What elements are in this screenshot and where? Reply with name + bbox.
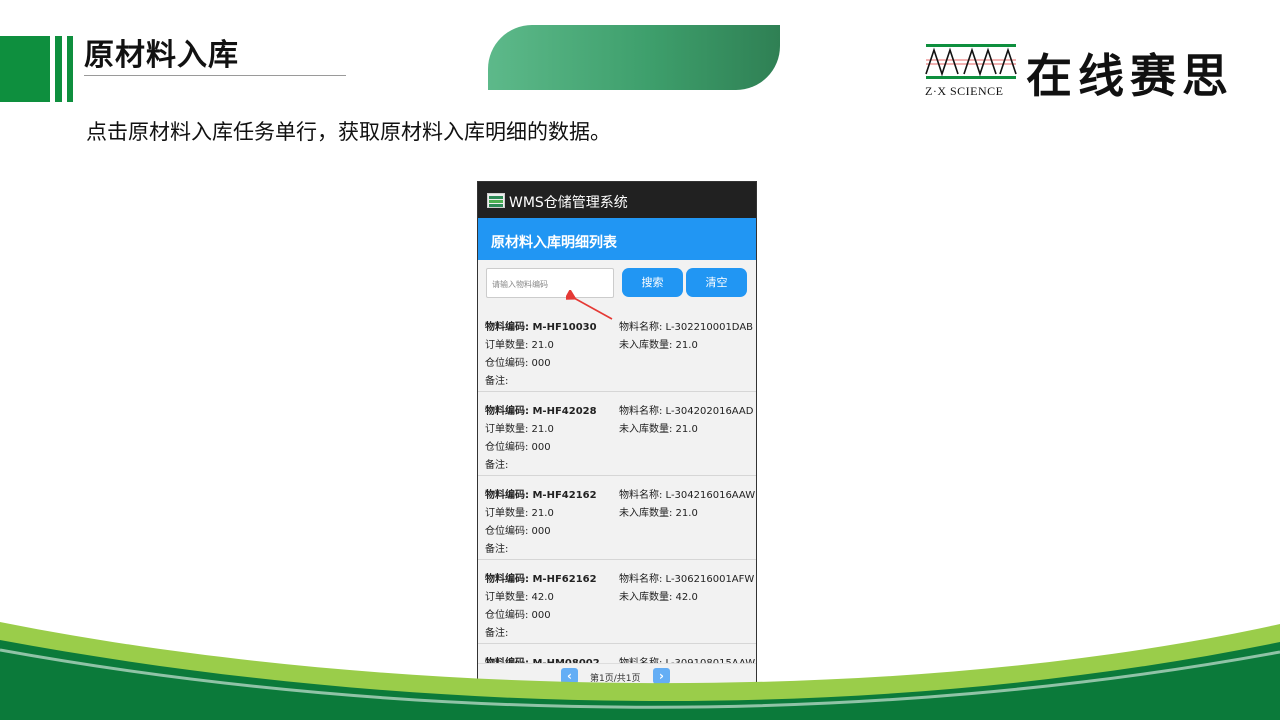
bottom-wave-decoration [0,622,1280,720]
remark: 备注: [485,544,509,555]
green-block [0,36,50,102]
remark: 备注: [485,460,509,471]
logo-brand-text: 在线赛思 [1026,49,1234,103]
logo-subtitle: Z·X SCIENCE [925,84,1004,98]
list-item[interactable]: 物料编码: M-HF42028 物料名称: L-304202016AAD 订单数… [478,391,756,476]
list-header-title: 原材料入库明细列表 [491,235,617,251]
material-name: 物料名称: L-306216001AFW [619,574,755,585]
app-icon [487,193,505,208]
annotation-arrow-icon [566,290,613,320]
location-code: 仓位编码: 000 [485,442,551,453]
pending-quantity: 未入库数量: 21.0 [619,508,698,519]
list-item[interactable]: 物料编码: M-HF42162 物料名称: L-304216016AAW 订单数… [478,475,756,560]
material-name: 物料名称: L-304202016AAD [619,406,754,417]
title-underline [84,75,346,76]
material-code: 物料编码: M-HF42028 [485,406,597,417]
slide-title: 原材料入库 [84,38,239,73]
location-code: 仓位编码: 000 [485,358,551,369]
material-code: 物料编码: M-HF42162 [485,490,597,501]
clear-button[interactable]: 清空 [686,268,747,297]
material-code: 物料编码: M-HF62162 [485,574,597,585]
order-quantity: 订单数量: 21.0 [485,424,554,435]
search-button[interactable]: 搜索 [622,268,683,297]
pending-quantity: 未入库数量: 21.0 [619,340,698,351]
app-name: WMS仓储管理系统 [509,195,628,211]
slide-description: 点击原材料入库任务单行，获取原材料入库明细的数据。 [86,120,611,144]
gradient-banner [488,25,780,90]
pending-quantity: 未入库数量: 21.0 [619,424,698,435]
green-stripe [55,36,62,102]
order-quantity: 订单数量: 21.0 [485,508,554,519]
remark: 备注: [485,376,509,387]
material-name: 物料名称: L-302210001DAB [619,322,754,333]
location-code: 仓位编码: 000 [485,526,551,537]
green-stripe [67,36,73,102]
material-name: 物料名称: L-304216016AAW [619,490,756,501]
order-quantity: 订单数量: 21.0 [485,340,554,351]
